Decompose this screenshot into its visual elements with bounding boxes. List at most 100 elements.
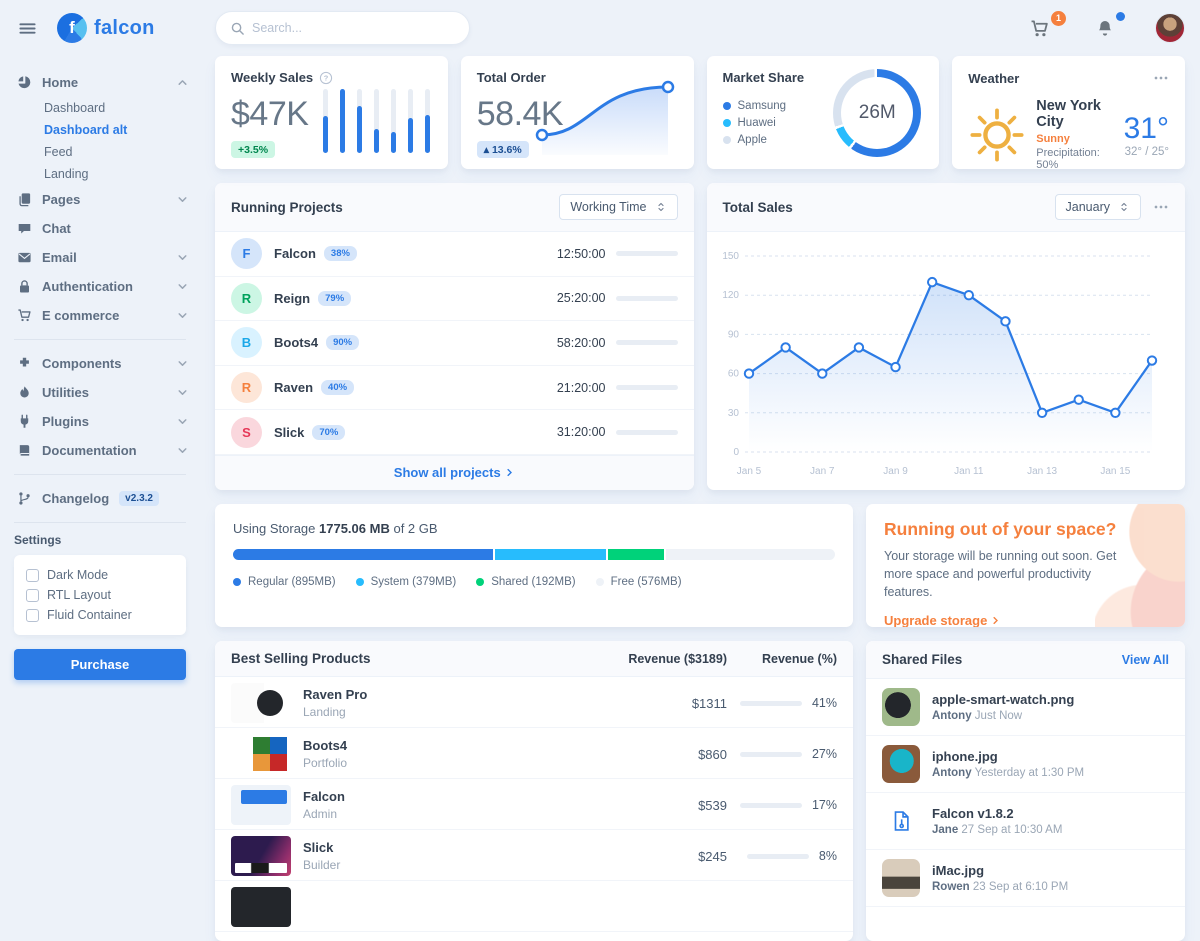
y-tick-label: 0 [733,447,739,458]
file-name: iMac.jpg [932,863,1068,878]
table-row[interactable]: SlickBuilder$2458% [215,830,853,881]
search-input[interactable] [252,21,455,35]
legend-dot-icon [596,578,604,586]
sidebar-item-dashboard[interactable]: Dashboard [44,97,200,119]
project-row[interactable]: BBoots490%58:20:00 [215,321,694,366]
storage-segment [233,549,493,560]
y-tick-label: 90 [727,329,739,340]
space-text: Your storage will be running out soon. G… [884,547,1134,601]
file-row[interactable]: iphone.jpgAntony Yesterday at 1:30 PM [866,736,1185,793]
product-pct-label: 8% [819,849,837,863]
product-name: Falcon [303,789,345,804]
market-share-card: Market Share SamsungHuaweiApple 26M [707,56,940,169]
table-row[interactable] [215,881,853,932]
sidebar-item-pages[interactable]: Pages [14,185,200,214]
product-name: Slick [303,840,340,855]
cart-button[interactable] [1030,19,1049,38]
fluid-container-toggle[interactable]: Fluid Container [26,605,174,625]
sidebar-item-label: Email [42,250,77,265]
project-time: 12:50:00 [557,247,606,261]
project-row[interactable]: RRaven40%21:20:00 [215,366,694,411]
checkbox-icon[interactable] [26,589,39,602]
view-all-link[interactable]: View All [1122,653,1169,667]
project-row[interactable]: SSlick70%31:20:00 [215,410,694,455]
upgrade-storage-link[interactable]: Upgrade storage [884,613,1001,627]
data-point [818,369,826,377]
cart-count-badge: 1 [1051,11,1066,26]
show-all-projects-link[interactable]: Show all projects [394,465,515,480]
market-share-total: 26M [833,69,921,157]
month-select[interactable]: January [1055,194,1141,220]
sidebar-item-chat[interactable]: Chat [14,214,200,243]
file-meta: Jane 27 Sep at 10:30 AM [932,824,1062,836]
sidebar-item-label: Home [42,75,78,90]
ellipsis-menu-icon[interactable] [1153,70,1169,86]
sidebar-item-changelog[interactable]: Changelog v2.3.2 [14,484,200,513]
project-pct-badge: 90% [326,335,359,350]
file-author: Jane [932,824,958,836]
x-tick-label: Jan 9 [883,466,908,477]
project-time: 25:20:00 [557,291,606,305]
sidebar-item-label: Chat [42,221,71,236]
legend-dot-icon [233,578,241,586]
purchase-button[interactable]: Purchase [14,649,186,680]
ellipsis-menu-icon[interactable] [1153,199,1169,215]
file-name: iphone.jpg [932,749,1084,764]
x-tick-label: Jan 5 [736,466,761,477]
bar-fill [408,118,413,153]
project-row[interactable]: FFalcon38%12:50:00 [215,232,694,277]
sidebar-item-dashboard-alt[interactable]: Dashboard alt [44,119,200,141]
project-pct-badge: 38% [324,246,357,261]
table-row[interactable]: Boots4Portfolio$86027% [215,728,853,779]
project-progress-group: 21:20:00 [557,381,678,395]
file-row[interactable]: apple-smart-watch.pngAntony Just Now [866,679,1185,736]
notifications-bell-button[interactable] [1096,19,1114,37]
sidebar-item-plugins[interactable]: Plugins [14,407,200,436]
select-value: Working Time [570,200,646,214]
help-icon[interactable]: ? [319,71,333,85]
rtl-layout-toggle[interactable]: RTL Layout [26,585,174,605]
project-row[interactable]: RReign79%25:20:00 [215,277,694,322]
sidebar-item-home[interactable]: Home [14,68,200,97]
checkbox-icon[interactable] [26,569,39,582]
sidebar-item-authentication[interactable]: Authentication [14,272,200,301]
legend-item: Shared (192MB) [476,573,575,590]
total-order-sparkline [528,73,680,155]
data-point [891,363,899,371]
project-progress-bar [616,430,678,435]
dark-mode-toggle[interactable]: Dark Mode [26,565,174,585]
bar-track [391,89,396,153]
chevron-down-icon [174,356,190,371]
y-tick-label: 30 [727,408,739,419]
file-text: apple-smart-watch.pngAntony Just Now [932,692,1074,722]
projects-footer: Show all projects [215,455,694,490]
checkbox-icon[interactable] [26,609,39,622]
project-name: Raven [274,380,313,395]
file-row[interactable]: Falcon v1.8.2Jane 27 Sep at 10:30 AM [866,793,1185,850]
user-avatar[interactable] [1155,13,1185,43]
app-logo[interactable]: f falcon [57,13,155,43]
sort-icon [655,201,667,213]
product-text: FalconAdmin [303,789,345,821]
sidebar-item-components[interactable]: Components [14,349,200,378]
option-label: Fluid Container [47,608,132,622]
search-box[interactable] [215,11,470,45]
project-progress-group: 12:50:00 [557,247,678,261]
sidebar-item-ecommerce[interactable]: E commerce [14,301,200,330]
sidebar-item-landing[interactable]: Landing [44,163,200,185]
table-row[interactable]: FalconAdmin$53917% [215,779,853,830]
sidebar-item-email[interactable]: Email [14,243,200,272]
link-label: Show all projects [394,465,501,480]
sidebar-item-feed[interactable]: Feed [44,141,200,163]
working-time-select[interactable]: Working Time [559,194,677,220]
table-row[interactable]: Raven ProLanding$131141% [215,677,853,728]
sidebar-item-utilities[interactable]: Utilities [14,378,200,407]
product-progress-bar [740,752,802,757]
file-row[interactable]: iMac.jpgRowen 23 Sep at 6:10 PM [866,850,1185,907]
projects-list: FFalcon38%12:50:00RReign79%25:20:00BBoot… [215,232,694,455]
product-name: Boots4 [303,738,347,753]
menu-toggle-icon[interactable] [14,15,41,42]
sidebar-item-documentation[interactable]: Documentation [14,436,200,465]
product-text: SlickBuilder [303,840,340,872]
project-avatar: F [231,238,262,269]
